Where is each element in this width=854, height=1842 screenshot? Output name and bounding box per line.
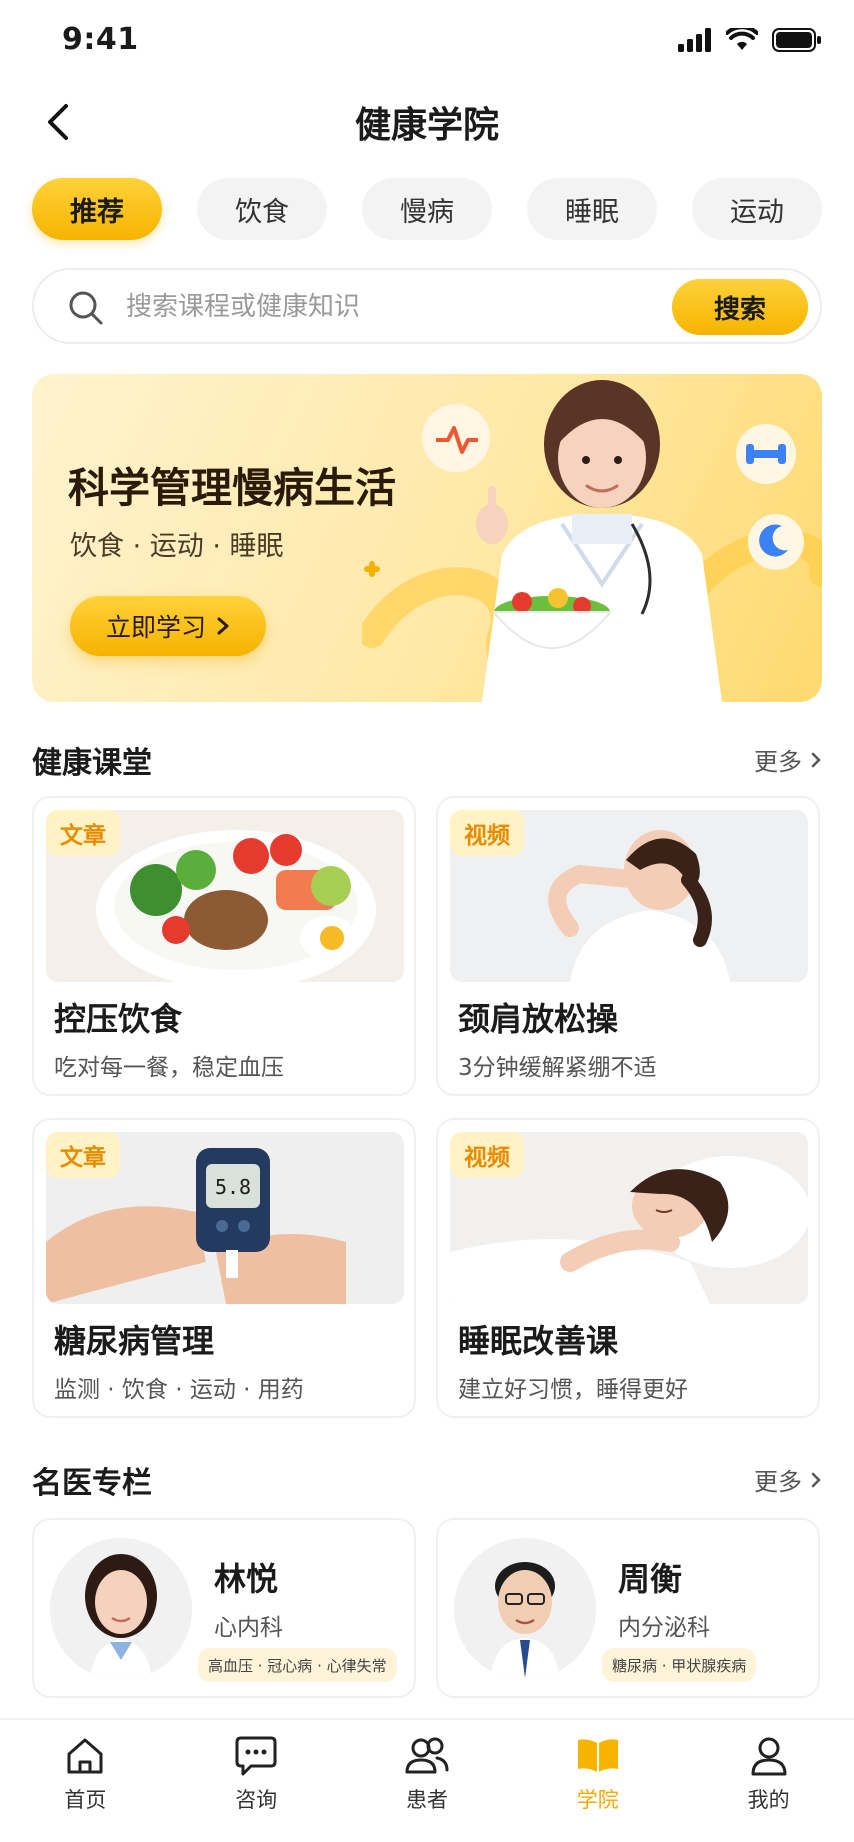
doctor-specialty-tags: 高血压 · 冠心病 · 心律失常 <box>198 1648 397 1682</box>
tabbar-label: 咨询 <box>235 1788 278 1812</box>
doctor-dept: 心内科 <box>214 1615 283 1641</box>
card-title: 颈肩放松操 <box>458 1000 619 1038</box>
course-card[interactable]: 视频 颈肩放松操 3分钟缓解紧绷不适 <box>436 796 820 1096</box>
badge-video: 视频 <box>450 1132 524 1178</box>
category-tabs: 推荐 饮食 慢病 睡眠 运动 <box>32 178 822 240</box>
card-desc: 3分钟缓解紧绷不适 <box>458 1055 657 1081</box>
doctors-title: 名医专栏 <box>32 1466 152 1501</box>
banner-subtitle: 饮食 · 运动 · 睡眠 <box>70 531 284 562</box>
doctor-name: 林悦 <box>214 1560 279 1598</box>
male-doctor-avatar <box>454 1538 596 1680</box>
bottom-tab-bar: 首页 咨询 患者 学院 我的 <box>0 1718 854 1842</box>
health-class-more-link[interactable]: 更多 <box>754 742 822 777</box>
card-desc: 建立好习惯，睡得更好 <box>458 1377 688 1403</box>
doctor-specialty-tags: 糖尿病 · 甲状腺疾病 <box>602 1648 757 1682</box>
page-title: 健康学院 <box>354 105 499 146</box>
tabbar-item-consult[interactable]: 咨询 <box>171 1720 342 1842</box>
search-bar: 搜索 <box>32 268 822 344</box>
doctor-card[interactable]: 周衡 内分泌科 糖尿病 · 甲状腺疾病 <box>436 1518 820 1698</box>
profile-icon <box>751 1737 787 1776</box>
card-title: 控压饮食 <box>54 1000 183 1038</box>
nav-header: 健康学院 <box>0 84 854 184</box>
signal-icon <box>678 28 711 52</box>
card-desc: 监测 · 饮食 · 运动 · 用药 <box>54 1377 304 1403</box>
chevron-right-icon <box>811 752 821 767</box>
tab-sleep[interactable]: 睡眠 <box>527 178 657 240</box>
tabbar-label: 我的 <box>747 1788 790 1812</box>
battery-icon <box>772 28 821 52</box>
doctors-more-link[interactable]: 更多 <box>754 1462 822 1497</box>
doctor-card[interactable]: 林悦 心内科 高血压 · 冠心病 · 心律失常 <box>32 1518 416 1698</box>
search-input[interactable] <box>126 284 686 330</box>
tabbar-label: 首页 <box>64 1788 107 1812</box>
badge-article: 文章 <box>46 810 120 856</box>
more-label: 更多 <box>754 748 802 776</box>
chat-icon <box>235 1736 277 1776</box>
health-class-header: 健康课堂 更多 <box>32 738 822 782</box>
card-title: 睡眠改善课 <box>458 1322 619 1360</box>
course-card[interactable]: 5.8 文章 糖尿病管理 监测 · 饮食 · 运动 · 用药 <box>32 1118 416 1418</box>
tabbar-item-home[interactable]: 首页 <box>0 1720 171 1842</box>
tab-chronic[interactable]: 慢病 <box>362 178 492 240</box>
chevron-right-icon <box>217 617 229 635</box>
status-bar: 9:41 <box>0 0 854 84</box>
doctors-header: 名医专栏 更多 <box>32 1458 822 1502</box>
doctor-name: 周衡 <box>618 1560 683 1598</box>
female-doctor-avatar <box>50 1538 192 1680</box>
search-button[interactable]: 搜索 <box>672 279 808 335</box>
course-card[interactable]: 视频 睡眠改善课 建立好习惯，睡得更好 <box>436 1118 820 1418</box>
card-desc: 吃对每一餐，稳定血压 <box>54 1055 284 1081</box>
tabbar-label: 患者 <box>405 1788 448 1812</box>
tab-diet[interactable]: 饮食 <box>197 178 327 240</box>
course-card[interactable]: 文章 控压饮食 吃对每一餐，稳定血压 <box>32 796 416 1096</box>
health-class-title: 健康课堂 <box>32 746 152 781</box>
card-title: 糖尿病管理 <box>54 1322 215 1360</box>
book-icon <box>577 1739 618 1772</box>
home-icon <box>67 1738 103 1774</box>
patients-icon <box>405 1737 449 1774</box>
tabbar-item-me[interactable]: 我的 <box>683 1720 854 1842</box>
doctor-illustration <box>362 380 822 702</box>
badge-article: 文章 <box>46 1132 120 1178</box>
chevron-right-icon <box>811 1472 821 1487</box>
search-icon <box>69 291 103 325</box>
badge-video: 视频 <box>450 810 524 856</box>
promo-banner[interactable]: 科学管理慢病生活 饮食 · 运动 · 睡眠 立即学习 <box>32 374 822 702</box>
tabbar-label: 学院 <box>576 1788 619 1812</box>
wifi-icon <box>726 28 758 50</box>
meter-reading: 5.8 <box>215 1175 251 1199</box>
learn-now-label: 立即学习 <box>105 613 206 642</box>
tab-exercise[interactable]: 运动 <box>692 178 822 240</box>
tabbar-item-academy[interactable]: 学院 <box>512 1720 683 1842</box>
status-icons <box>678 28 822 52</box>
banner-title: 科学管理慢病生活 <box>68 464 396 512</box>
more-label: 更多 <box>754 1468 802 1496</box>
learn-now-button[interactable]: 立即学习 <box>70 596 266 656</box>
status-time: 9:41 <box>62 22 139 57</box>
doctor-dept: 内分泌科 <box>618 1615 710 1641</box>
tabbar-item-patients[interactable]: 患者 <box>342 1720 513 1842</box>
tab-recommend[interactable]: 推荐 <box>32 178 162 240</box>
